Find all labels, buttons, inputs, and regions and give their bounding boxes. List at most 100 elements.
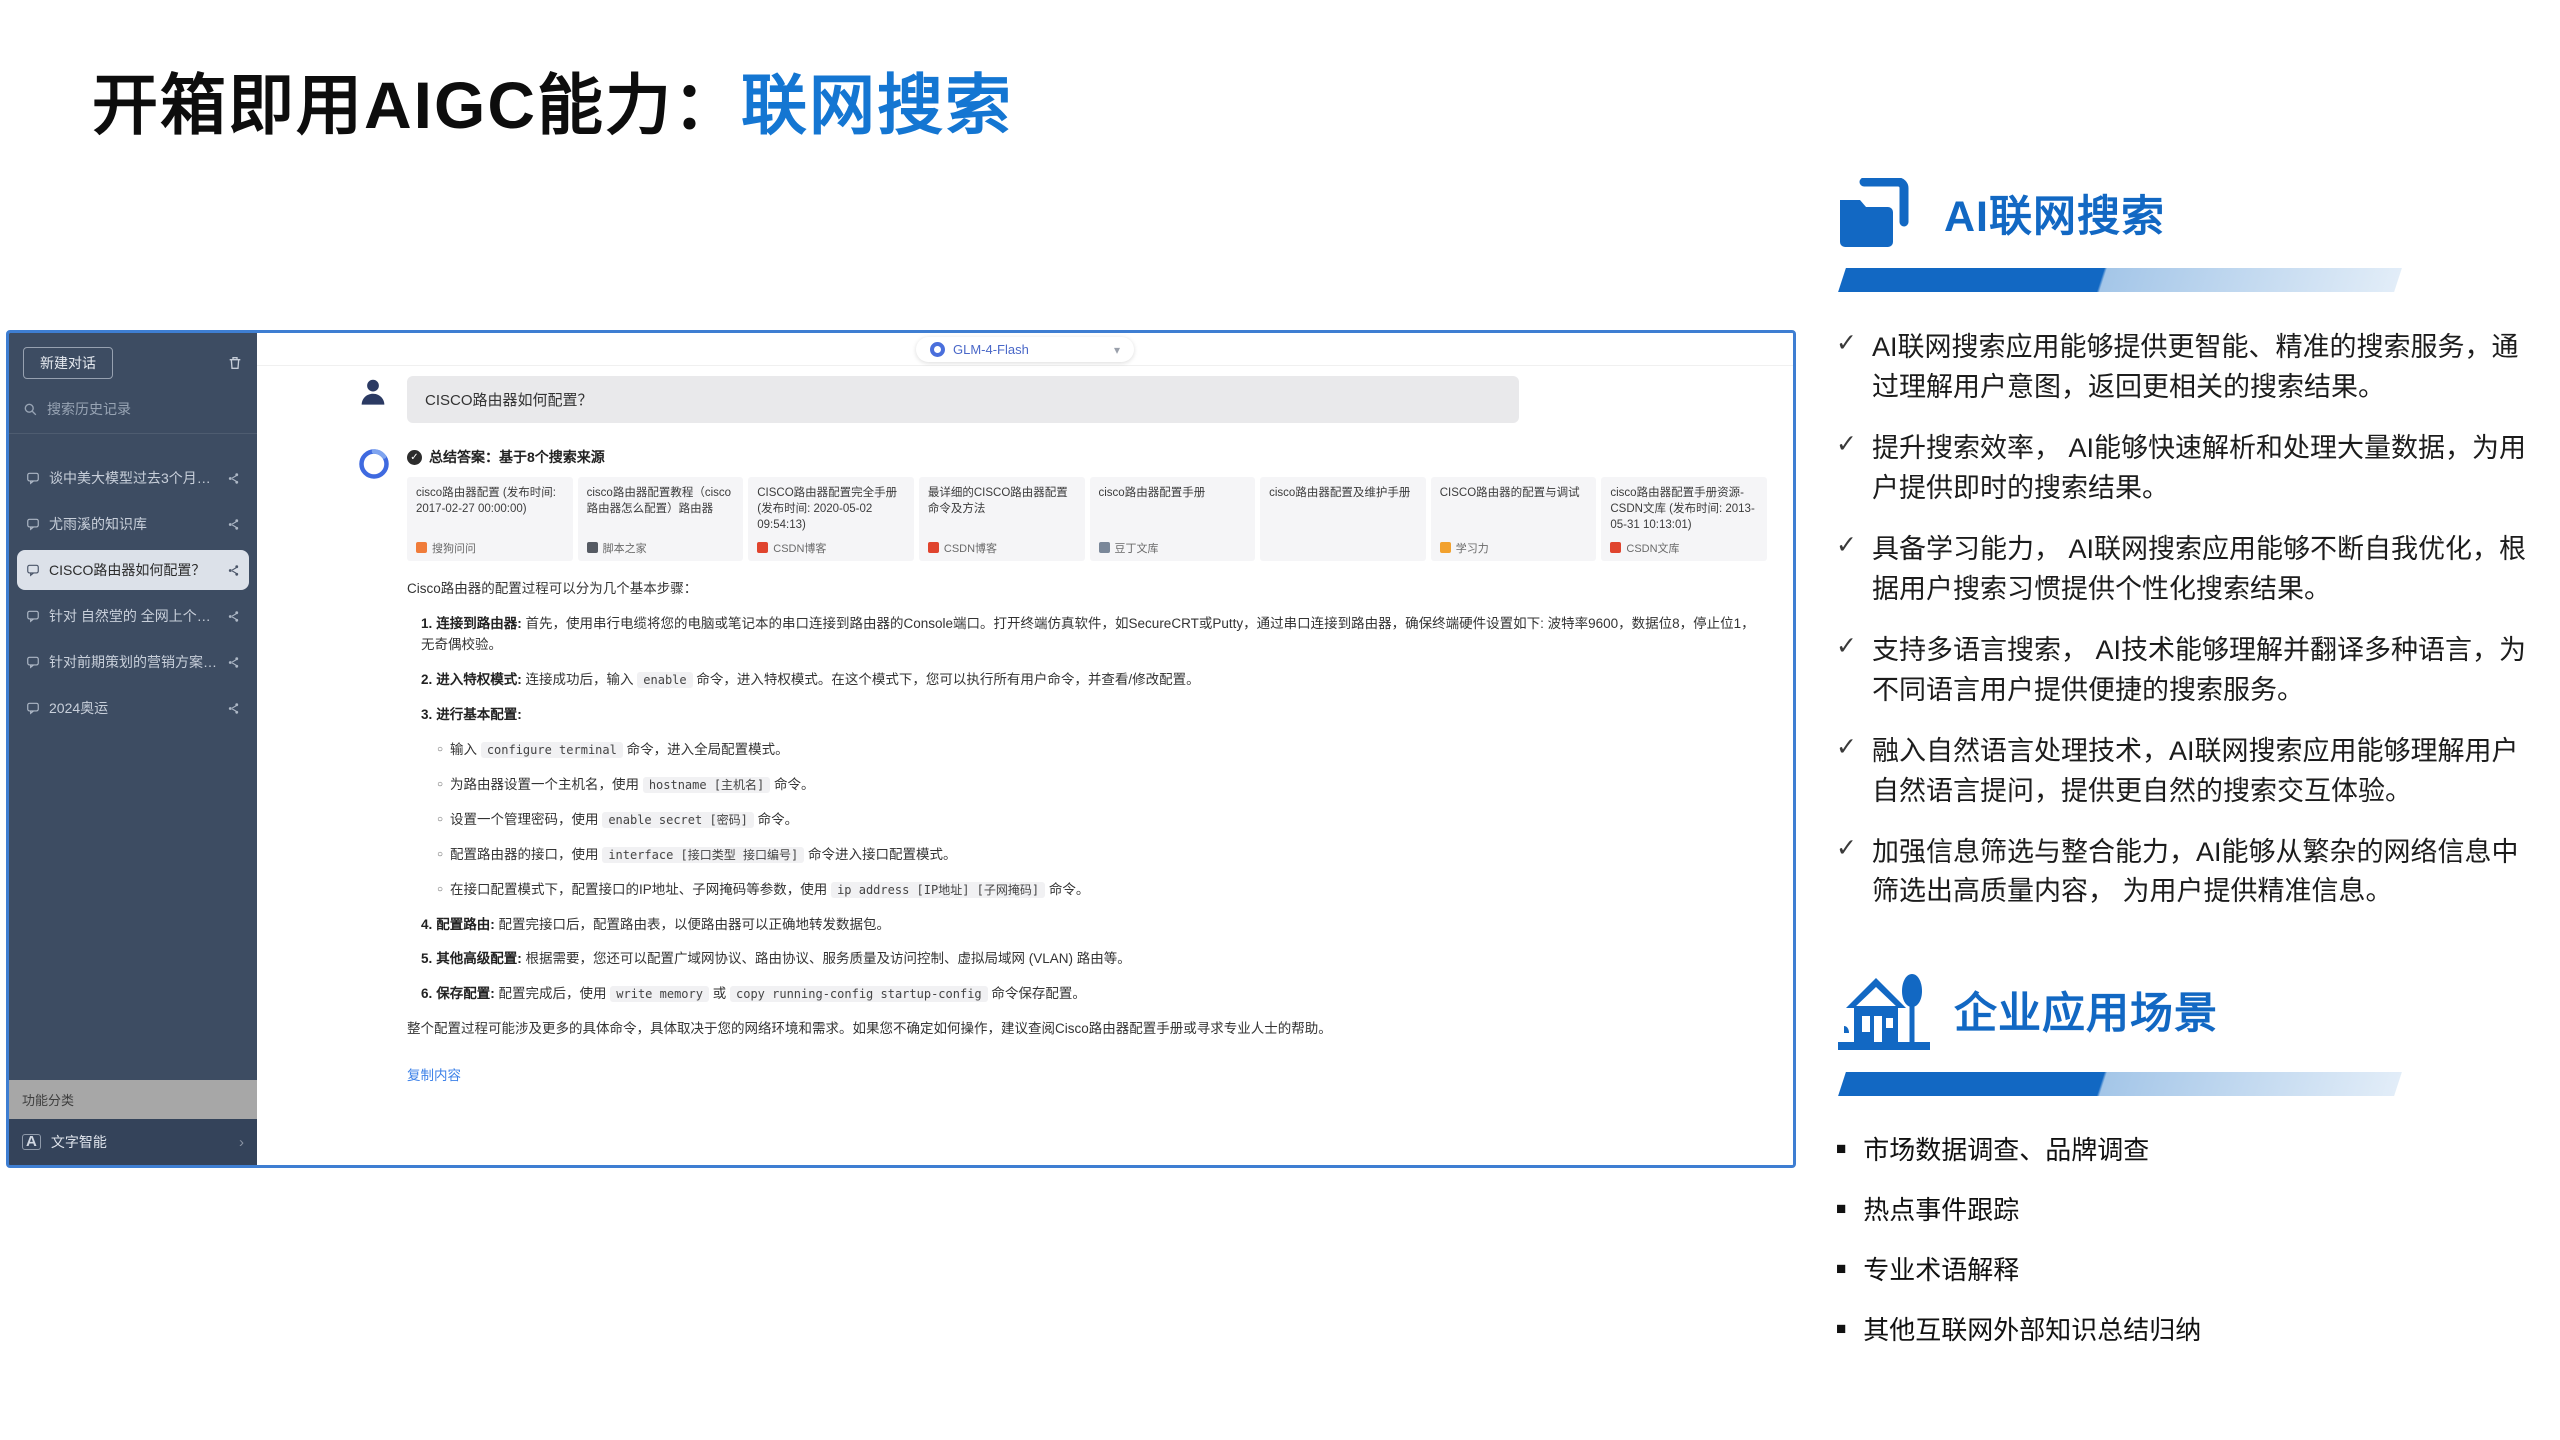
answer-line: 2.进入特权模式: 连接成功后，输入 enable 命令，进入特权模式。在这个模… bbox=[407, 670, 1767, 691]
feature-bullet-text: 加强信息筛选与整合能力，AI能够从繁杂的网络信息中筛选出高质量内容， 为用户提供… bbox=[1872, 833, 2542, 913]
share-icon[interactable] bbox=[227, 564, 240, 577]
history-item[interactable]: 2024奥运 bbox=[17, 688, 249, 728]
bold-text: 配置路由: bbox=[436, 917, 495, 932]
answer-line: ○为路由器设置一个主机名，使用 hostname [主机名] 命令。 bbox=[407, 775, 1767, 796]
answer-line: 3. 进行基本配置: bbox=[407, 705, 1767, 726]
line-marker: ○ bbox=[437, 744, 443, 755]
sidebar-top-row: 新建对话 bbox=[9, 333, 257, 379]
chat-history-list: 谈中美大模型过去3个月的... 尤雨溪的知识库 CISCO路由器如何配置？ 针对 自然… bbox=[9, 444, 257, 728]
source-card[interactable]: 最详细的CISCO路由器配置命令及方法CSDN博客 bbox=[919, 477, 1085, 561]
chat-bubble-icon bbox=[26, 609, 40, 623]
source-card[interactable]: cisco路由器配置手册豆丁文库 bbox=[1090, 477, 1256, 561]
text-intelligence-label: 文字智能 bbox=[51, 1132, 107, 1152]
section2-item-list: ■市场数据调查、品牌调查■热点事件跟踪■专业术语解释■其他互联网外部知识总结归纳 bbox=[1836, 1130, 2542, 1347]
search-icon bbox=[23, 402, 38, 417]
sidebar-item-text-intelligence[interactable]: A 文字智能 › bbox=[9, 1119, 257, 1165]
summary-label: 总结答案：基于8个搜索来源 bbox=[429, 447, 605, 467]
history-item-label: 尤雨溪的知识库 bbox=[49, 514, 218, 534]
line-marker: ○ bbox=[437, 779, 443, 790]
inline-code: copy running-config startup-config bbox=[730, 986, 988, 1002]
source-card-title: cisco路由器配置 (发布时间: 2017-02-27 00:00:00) bbox=[416, 485, 564, 517]
section1-bullet-list: ✓AI联网搜索应用能够提供更智能、精准的搜索服务，通过理解用户意图，返回更相关的… bbox=[1836, 328, 2542, 912]
page-title-highlight: 联网搜索 bbox=[741, 68, 1013, 142]
chat-bubble-icon bbox=[26, 471, 40, 485]
feature-bullet-text: 支持多语言搜索， AI技术能够理解并翻译多种语言，为不同语言用户提供便捷的搜索服… bbox=[1872, 631, 2542, 711]
user-message-bubble: CISCO路由器如何配置？ bbox=[407, 376, 1519, 423]
source-card-title: CISCO路由器的配置与调试 bbox=[1440, 485, 1588, 501]
sidebar-divider bbox=[9, 433, 257, 434]
line-marker: 1. bbox=[421, 616, 432, 631]
source-card-title: cisco路由器配置教程（cisco 路由器怎么配置）路由器 bbox=[587, 485, 735, 517]
answer-line: ○输入 configure terminal 命令，进入全局配置模式。 bbox=[407, 740, 1767, 761]
line-marker: ○ bbox=[437, 884, 443, 895]
feature-bullet: ✓具备学习能力， AI联网搜索应用能够不断自我优化，根据用户搜索习惯提供个性化搜… bbox=[1836, 530, 2542, 610]
site-name: 豆丁文库 bbox=[1115, 540, 1159, 556]
share-icon[interactable] bbox=[227, 472, 240, 485]
site-favicon-icon bbox=[416, 542, 427, 553]
section1-underline-bar bbox=[1838, 268, 2402, 292]
new-chat-button[interactable]: 新建对话 bbox=[23, 347, 113, 379]
copy-content-link[interactable]: 复制内容 bbox=[407, 1064, 461, 1084]
site-favicon-icon bbox=[928, 542, 939, 553]
source-card[interactable]: CISCO路由器配置完全手册 (发布时间: 2020-05-02 09:54:1… bbox=[748, 477, 914, 561]
line-marker: 4. bbox=[421, 917, 432, 932]
model-selector[interactable]: GLM-4-Flash ▾ bbox=[916, 337, 1134, 362]
source-cards: cisco路由器配置 (发布时间: 2017-02-27 00:00:00) 搜狗… bbox=[407, 477, 1767, 561]
chevron-right-icon: › bbox=[239, 1134, 244, 1151]
section2-header: 企业应用场景 bbox=[1836, 968, 2542, 1052]
bold-text: 进行基本配置: bbox=[436, 707, 522, 722]
source-card[interactable]: cisco路由器配置手册资源-CSDN文库 (发布时间: 2013-05-31 … bbox=[1601, 477, 1767, 561]
scenario-item: ■市场数据调查、品牌调查 bbox=[1836, 1130, 2542, 1167]
section2-heading: 企业应用场景 bbox=[1954, 979, 2218, 1041]
history-item[interactable]: CISCO路由器如何配置？ bbox=[17, 550, 249, 590]
source-card[interactable]: cisco路由器配置 (发布时间: 2017-02-27 00:00:00) 搜狗… bbox=[407, 477, 573, 561]
source-card[interactable]: CISCO路由器的配置与调试学习力 bbox=[1431, 477, 1597, 561]
history-item[interactable]: 针对 自然堂的 全网上个季... bbox=[17, 596, 249, 636]
chat-bubble-icon bbox=[26, 563, 40, 577]
share-icon[interactable] bbox=[227, 518, 240, 531]
check-icon: ✓ bbox=[1836, 429, 1857, 509]
assistant-avatar bbox=[357, 447, 391, 481]
check-icon: ✓ bbox=[1836, 328, 1857, 408]
scenario-item: ■其他互联网外部知识总结归纳 bbox=[1836, 1310, 2542, 1347]
assistant-message-content: ✓ 总结答案：基于8个搜索来源 cisco路由器配置 (发布时间: 2017-0… bbox=[407, 447, 1793, 1085]
answer-line: 4.配置路由: 配置完接口后，配置路由表，以便路由器可以正确地转发数据包。 bbox=[407, 915, 1767, 936]
source-card-site: 脚本之家 bbox=[587, 541, 735, 554]
trash-icon[interactable] bbox=[227, 355, 243, 371]
history-item[interactable]: 谈中美大模型过去3个月的... bbox=[17, 458, 249, 498]
history-item-label: CISCO路由器如何配置？ bbox=[49, 560, 218, 580]
source-card[interactable]: cisco路由器配置及维护手册 bbox=[1260, 477, 1426, 561]
site-name: CSDN文库 bbox=[1626, 540, 1679, 556]
site-name: 搜狗问问 bbox=[432, 540, 476, 556]
history-item-label: 2024奥运 bbox=[49, 698, 218, 718]
share-icon[interactable] bbox=[227, 656, 240, 669]
history-item[interactable]: 针对前期策划的营销方案. 请... bbox=[17, 642, 249, 682]
section2-underline-bar bbox=[1838, 1072, 2402, 1096]
source-card[interactable]: cisco路由器配置教程（cisco 路由器怎么配置）路由器脚本之家 bbox=[578, 477, 744, 561]
scenario-item-text: 市场数据调查、品牌调查 bbox=[1863, 1130, 2149, 1167]
chevron-down-icon: ▾ bbox=[1114, 343, 1120, 357]
history-item[interactable]: 尤雨溪的知识库 bbox=[17, 504, 249, 544]
sidebar: 新建对话 搜索历史记录 谈中美大模型过去3个月的... 尤雨溪的知识库 CISCO路… bbox=[9, 333, 257, 1165]
inline-code: write memory bbox=[610, 986, 709, 1002]
answer-line: ○设置一个管理密码，使用 enable secret [密码] 命令。 bbox=[407, 810, 1767, 831]
site-favicon-icon bbox=[1099, 542, 1110, 553]
annotation-column: AI联网搜索 ✓AI联网搜索应用能够提供更智能、精准的搜索服务，通过理解用户意图… bbox=[1836, 178, 2542, 1370]
site-name: CSDN博客 bbox=[944, 540, 997, 556]
line-marker: ○ bbox=[437, 814, 443, 825]
site-name: CSDN博客 bbox=[773, 540, 826, 556]
model-name: GLM-4-Flash bbox=[953, 342, 1029, 357]
share-icon[interactable] bbox=[227, 610, 240, 623]
search-history-row[interactable]: 搜索历史记录 bbox=[23, 399, 243, 419]
scenario-item-text: 热点事件跟踪 bbox=[1863, 1190, 2019, 1227]
summary-check-icon: ✓ bbox=[407, 450, 422, 465]
feature-bullet: ✓AI联网搜索应用能够提供更智能、精准的搜索服务，通过理解用户意图，返回更相关的… bbox=[1836, 328, 2542, 408]
source-card-site bbox=[1269, 541, 1417, 554]
line-marker: 3. bbox=[421, 707, 432, 722]
line-marker: 5. bbox=[421, 951, 432, 966]
section2: 企业应用场景 ■市场数据调查、品牌调查■热点事件跟踪■专业术语解释■其他互联网外… bbox=[1836, 968, 2542, 1347]
answer-line: ○配置路由器的接口，使用 interface [接口类型 接口编号] 命令进入接… bbox=[407, 845, 1767, 866]
square-bullet-icon: ■ bbox=[1836, 1200, 1846, 1217]
share-icon[interactable] bbox=[227, 702, 240, 715]
answer-line: 1.连接到路由器: 首先，使用串行电缆将您的电脑或笔记本的串口连接到路由器的Co… bbox=[407, 614, 1767, 656]
